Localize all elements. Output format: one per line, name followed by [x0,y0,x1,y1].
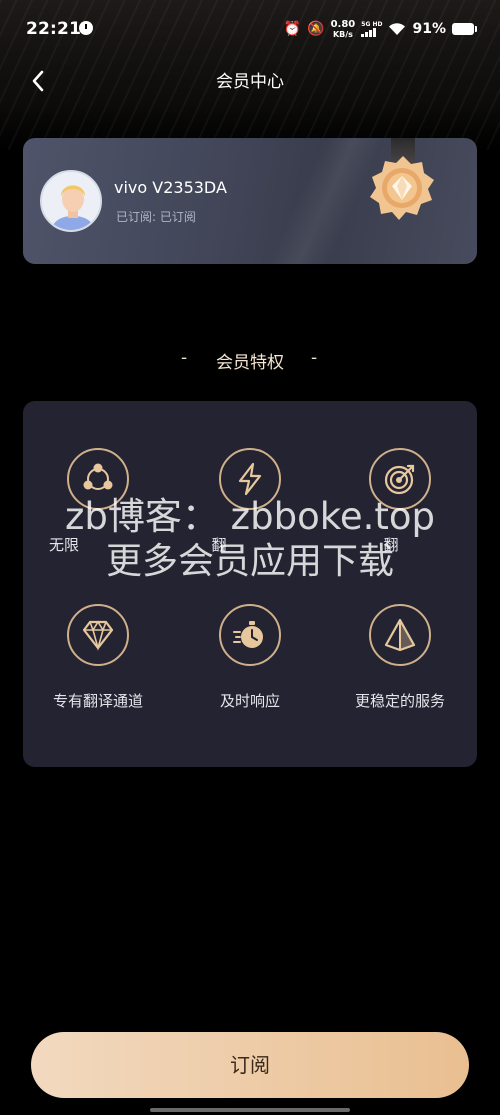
section-dash-right: - [311,348,318,368]
privilege-label: 更稳定的服务 [354,692,445,710]
privilege-label: 专有翻译通道 [52,692,143,710]
battery-icon [452,23,477,35]
status-time: 22:21 [26,19,82,39]
battery-percent: 91% [412,21,446,37]
home-indicator[interactable] [150,1108,350,1112]
signal-icon: 5G HD [361,21,382,37]
watermark-line-2: 更多会员应用下载 [105,541,394,582]
privilege-item[interactable]: 更稳定的服务 [325,604,475,714]
member-card: vivo V2353DA 已订阅: 已订阅 [23,138,477,264]
mute-bell-icon: 🔕 [307,21,325,37]
subscription-status: 已订阅: 已订阅 [116,210,196,224]
privilege-item[interactable]: 及时响应 [175,604,325,714]
wifi-icon [389,23,406,35]
page-title: 会员中心 [216,72,284,92]
privilege-item[interactable]: 专有翻译通道 [23,604,173,714]
app-notification-icon [79,21,93,35]
subscribe-button[interactable]: 订阅 [31,1032,469,1098]
status-icons: ⏰ 🔕 0.80 KB/s 5G HD 91% [283,18,477,40]
privilege-label: 及时响应 [219,692,280,710]
pyramid-icon [369,604,431,666]
username: vivo V2353DA [114,178,227,197]
alarm-icon: ⏰ [283,21,302,37]
stopwatch-icon [219,604,281,666]
medal-icon [370,156,434,220]
section-title: 会员特权 [216,353,284,373]
net-speed: 0.80 KB/s [330,18,356,39]
avatar [40,170,102,232]
diamond-icon [67,604,129,666]
status-bar: 22:21 ⏰ 🔕 0.80 KB/s 5G HD 91% [0,0,500,60]
privileges-panel: 无限 翻 翻 专有翻译通道 及时响应 更稳定的服务 [23,401,477,767]
